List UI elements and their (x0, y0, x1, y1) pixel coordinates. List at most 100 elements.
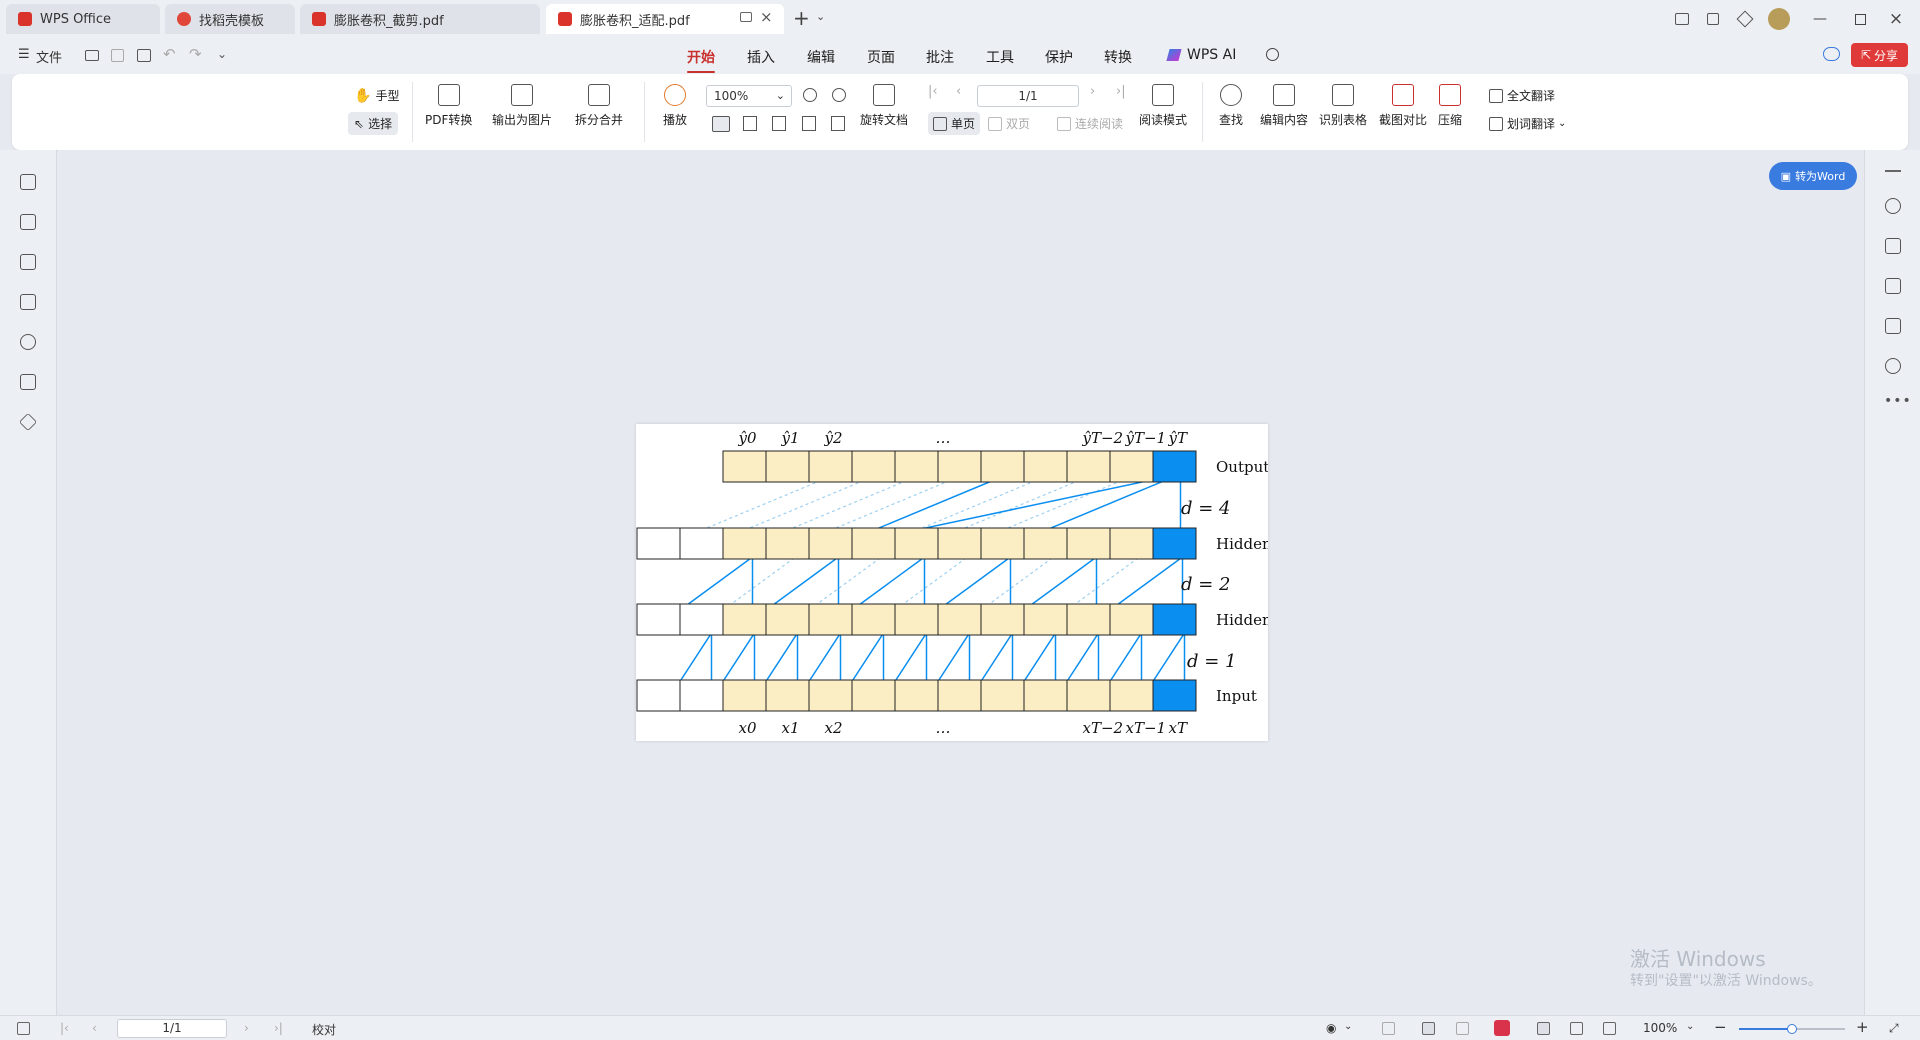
zoom-slider[interactable] (1739, 1024, 1845, 1034)
read-mode-button[interactable]: 阅读模式 (1139, 84, 1187, 128)
sidebar-toggle-icon[interactable] (17, 1022, 30, 1035)
window-layout-icon[interactable] (1703, 9, 1723, 29)
double-page-button[interactable]: 双页 (988, 115, 1030, 132)
search-icon[interactable] (1266, 48, 1279, 61)
tab-list-chevron-icon[interactable]: ⌄ (816, 10, 825, 23)
hamburger-icon[interactable]: ☰ (18, 47, 30, 62)
tab-screen-icon[interactable] (740, 12, 752, 22)
first-page-icon[interactable]: |‹ (928, 84, 938, 99)
tab-pdf-crop[interactable]: 膨胀卷积_截剪.pdf (300, 4, 540, 34)
more-chevron-icon[interactable]: ⌄ (217, 47, 227, 61)
menu-insert[interactable]: 插入 (747, 47, 775, 67)
zoom-out-icon[interactable]: − (1714, 1018, 1727, 1036)
rotate-left-icon[interactable] (802, 116, 816, 131)
pdf-convert-button[interactable]: PDF转换 (425, 84, 472, 128)
menu-protect[interactable]: 保护 (1045, 47, 1073, 67)
share-button[interactable]: ⇱ 分享 (1851, 43, 1908, 67)
menu-annotate[interactable]: 批注 (926, 47, 954, 67)
single-page-button[interactable]: 单页 (928, 112, 981, 135)
hand-tool-button[interactable]: ✋ 手型 (354, 87, 399, 104)
search-panel-icon[interactable] (1885, 198, 1901, 214)
fit-width-icon[interactable] (772, 116, 786, 131)
compress-button[interactable]: 压缩 (1438, 84, 1462, 128)
cube-icon[interactable] (1735, 9, 1755, 29)
print-icon[interactable] (137, 49, 151, 62)
tab-wps-office[interactable]: WPS Office (6, 4, 160, 34)
fit-page-icon[interactable] (743, 116, 757, 131)
select-tool-button[interactable]: ⇖ 选择 (348, 112, 399, 135)
menu-page[interactable]: 页面 (867, 47, 895, 67)
find-button[interactable]: 查找 (1219, 84, 1243, 128)
first-page-icon[interactable]: |‹ (60, 1021, 69, 1035)
attachment-icon[interactable] (20, 334, 36, 350)
more-icon[interactable]: ••• (1884, 393, 1912, 409)
word-translate-button[interactable]: 划词翻译 ⌄ (1489, 115, 1566, 132)
close-window-icon[interactable]: × (1886, 9, 1906, 29)
eye-icon[interactable]: ◉ (1326, 1021, 1336, 1035)
proofread-button[interactable]: 校对 (312, 1021, 336, 1038)
bookmark-icon[interactable] (20, 214, 36, 230)
edit-content-button[interactable]: 编辑内容 (1260, 84, 1308, 128)
chevron-down-icon[interactable]: ⌄ (1686, 1021, 1694, 1032)
split-merge-button[interactable]: 拆分合并 (575, 84, 623, 128)
zoom-out-icon[interactable] (803, 88, 817, 102)
status-page-input[interactable]: 1/1 (117, 1019, 227, 1038)
restore-icon[interactable] (1850, 9, 1870, 29)
help-icon[interactable] (1885, 358, 1901, 374)
undo-icon[interactable]: ↶ (163, 45, 176, 63)
last-page-icon[interactable]: ›| (274, 1021, 283, 1035)
actual-size-icon[interactable] (712, 116, 730, 132)
page-input[interactable]: 1/1 (977, 85, 1079, 107)
full-translate-button[interactable]: 全文翻译 (1489, 87, 1555, 104)
read-panel-icon[interactable] (1885, 318, 1901, 334)
continuous-read-button[interactable]: 连续阅读 (1057, 115, 1123, 132)
tab-pdf-fit[interactable]: 膨胀卷积_适配.pdf × (546, 4, 784, 34)
prev-page-icon[interactable]: ‹ (956, 84, 961, 99)
tab-template[interactable]: 找稻壳模板 (165, 4, 295, 34)
export-image-button[interactable]: 输出为图片 (492, 84, 552, 128)
settings-slider-icon[interactable] (1885, 278, 1901, 294)
comment-icon[interactable] (20, 294, 36, 310)
zoom-slider-handle[interactable] (1787, 1024, 1797, 1034)
double-page-view-icon[interactable] (1456, 1022, 1469, 1035)
next-page-icon[interactable]: › (1090, 84, 1095, 99)
new-tab-icon[interactable]: + (793, 6, 810, 30)
compare-button[interactable]: 截图对比 (1379, 84, 1427, 128)
redo-icon[interactable]: ↷ (189, 45, 202, 63)
save-icon[interactable] (111, 49, 124, 62)
fullscreen-icon[interactable]: ⤢ (1889, 1021, 1899, 1036)
next-page-icon[interactable]: › (244, 1021, 249, 1035)
cloud-upload-icon[interactable] (1823, 47, 1840, 61)
menu-edit[interactable]: 编辑 (807, 47, 835, 67)
screenshot-icon[interactable] (1672, 9, 1692, 29)
single-page-view-icon[interactable] (1422, 1022, 1435, 1035)
menu-wps-ai[interactable]: WPS AI (1187, 47, 1236, 63)
play-icon[interactable] (1494, 1020, 1510, 1036)
menu-start[interactable]: 开始 (687, 47, 715, 73)
thumbnail-icon[interactable] (20, 254, 36, 270)
outline-icon[interactable] (20, 174, 36, 190)
open-folder-icon[interactable] (85, 50, 99, 61)
fit-width-icon[interactable] (1382, 1022, 1395, 1035)
convert-to-word-button[interactable]: ▣ 转为Word (1769, 162, 1857, 190)
crop-view-icon[interactable] (1603, 1022, 1616, 1035)
zoom-in-icon[interactable]: + (1856, 1018, 1869, 1036)
zoom-select[interactable]: 100% ⌄ (706, 85, 792, 107)
collapse-icon[interactable] (1885, 170, 1901, 172)
file-menu[interactable]: 文件 (36, 47, 62, 66)
last-page-icon[interactable]: ›| (1116, 84, 1126, 99)
play-button[interactable]: 播放 (663, 84, 687, 128)
prev-page-icon[interactable]: ‹ (92, 1021, 97, 1035)
signature-icon[interactable] (20, 374, 36, 390)
menu-convert[interactable]: 转换 (1104, 47, 1132, 67)
status-zoom[interactable]: 100% (1643, 1021, 1677, 1035)
rotate-right-icon[interactable] (831, 116, 845, 131)
chevron-down-icon[interactable]: ⌄ (1344, 1021, 1352, 1032)
avatar[interactable] (1768, 8, 1790, 30)
zoom-in-icon[interactable] (832, 88, 846, 102)
translate-panel-icon[interactable] (1885, 238, 1901, 254)
close-icon[interactable]: × (760, 8, 773, 26)
layers-icon[interactable] (18, 412, 38, 432)
recognize-table-button[interactable]: 识别表格 (1319, 84, 1367, 128)
menu-tools[interactable]: 工具 (986, 47, 1014, 67)
